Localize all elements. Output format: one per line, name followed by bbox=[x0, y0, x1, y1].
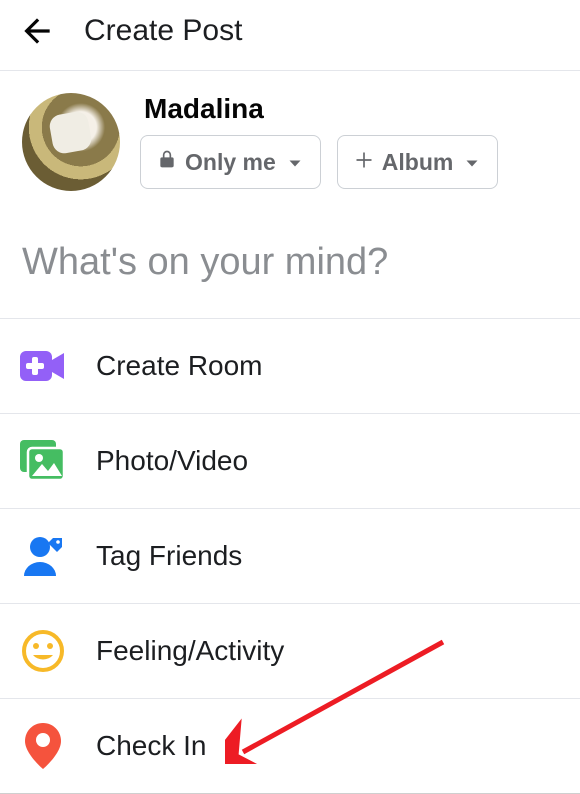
lock-icon bbox=[157, 148, 177, 176]
location-pin-icon bbox=[20, 723, 66, 769]
profile-info: Madalina Only me Album bbox=[140, 93, 498, 191]
option-create-room[interactable]: Create Room bbox=[0, 318, 580, 413]
option-label: Create Room bbox=[96, 350, 263, 382]
avatar[interactable] bbox=[22, 93, 120, 191]
composer bbox=[0, 211, 580, 318]
profile-row: Madalina Only me Album bbox=[0, 71, 580, 211]
option-label: Feeling/Activity bbox=[96, 635, 284, 667]
header: Create Post bbox=[0, 0, 580, 70]
person-tag-icon bbox=[20, 533, 66, 579]
privacy-selector[interactable]: Only me bbox=[140, 135, 321, 189]
selector-row: Only me Album bbox=[140, 135, 498, 189]
album-label: Album bbox=[382, 149, 454, 176]
option-feeling-activity[interactable]: Feeling/Activity bbox=[0, 603, 580, 698]
video-plus-icon bbox=[20, 343, 66, 389]
plus-icon bbox=[354, 149, 374, 176]
privacy-label: Only me bbox=[185, 149, 276, 176]
smiley-icon bbox=[20, 628, 66, 674]
options-list: Create Room Photo/Video Tag Friends bbox=[0, 318, 580, 794]
chevron-down-icon bbox=[463, 149, 481, 176]
page-title: Create Post bbox=[84, 14, 242, 48]
option-label: Tag Friends bbox=[96, 540, 242, 572]
option-photo-video[interactable]: Photo/Video bbox=[0, 413, 580, 508]
option-check-in[interactable]: Check In bbox=[0, 698, 580, 794]
back-icon[interactable] bbox=[18, 12, 56, 50]
option-tag-friends[interactable]: Tag Friends bbox=[0, 508, 580, 603]
composer-input[interactable] bbox=[22, 241, 558, 284]
photo-icon bbox=[20, 438, 66, 484]
username: Madalina bbox=[144, 93, 498, 125]
album-selector[interactable]: Album bbox=[337, 135, 499, 189]
option-label: Check In bbox=[96, 730, 207, 762]
option-label: Photo/Video bbox=[96, 445, 248, 477]
chevron-down-icon bbox=[286, 149, 304, 176]
